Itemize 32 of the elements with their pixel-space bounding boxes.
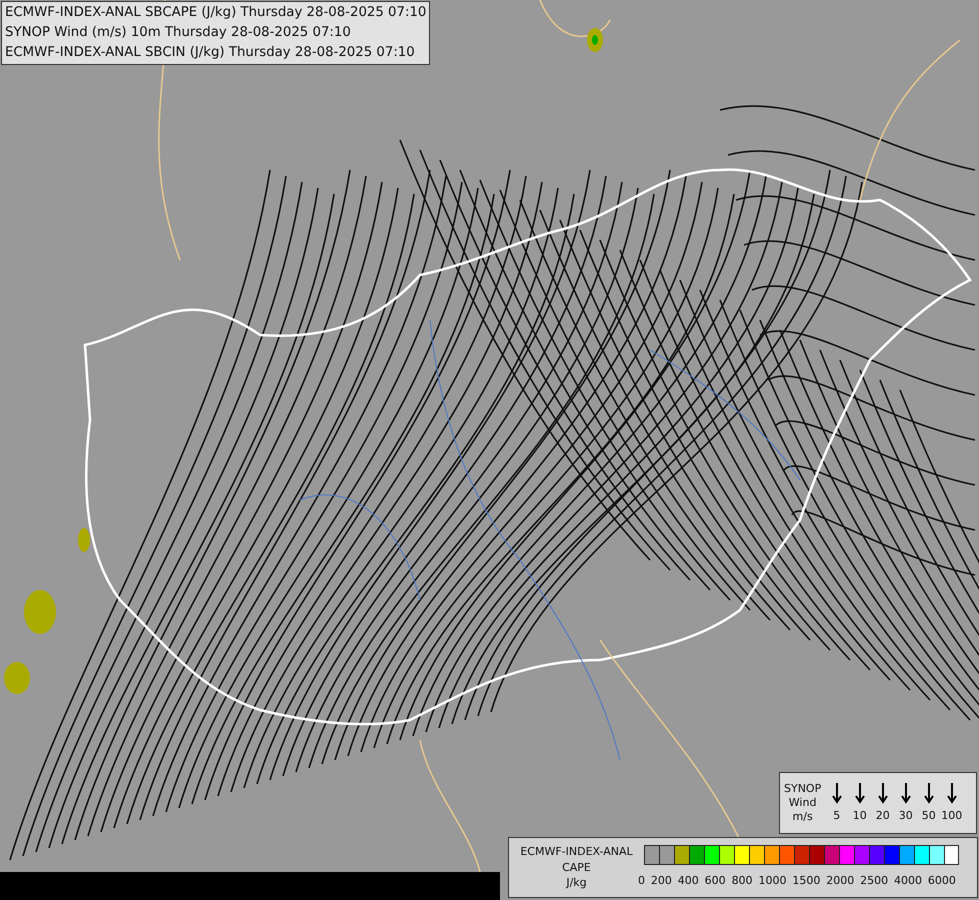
tick-label: 2500	[860, 873, 888, 890]
legend-title: CAPE	[562, 860, 591, 874]
map-title: ECMWF-INDEX-ANAL SBCIN (J/kg) Thursday 28-08-2025 07:10	[5, 44, 416, 62]
tick-label: 1500	[792, 873, 820, 890]
arrow-down-icon	[878, 782, 888, 804]
arrow-down-icon	[854, 782, 865, 804]
legend-title: m/s	[792, 810, 813, 824]
tick-label: 2000	[826, 873, 854, 890]
arrow-down-icon	[924, 782, 934, 804]
speed-label: 5	[833, 808, 840, 824]
speed-label: 10	[852, 808, 867, 824]
tick-label: 600	[704, 873, 726, 890]
map-title: SYNOP Wind (m/s) 10m Thursday 28-08-2025 07:10	[5, 24, 352, 42]
tick-label: 200	[650, 873, 672, 890]
tick-label: 800	[732, 873, 753, 890]
speed-label: 100	[941, 808, 962, 824]
tick-label: 4000	[894, 873, 922, 890]
tick-label: 400	[678, 873, 699, 890]
speed-label: 30	[898, 808, 913, 824]
tick-label: 1000	[758, 873, 786, 890]
legend-title: Wind	[788, 796, 816, 810]
legend-title: ECMWF-INDEX-ANAL	[520, 844, 633, 859]
legend-title: J/kg	[566, 876, 587, 890]
speed-label: 20	[876, 808, 890, 824]
tick-label: 0	[638, 873, 645, 890]
speed-label: 50	[922, 808, 936, 824]
arrow-down-icon	[946, 782, 957, 804]
tick-label: 6000	[928, 873, 956, 890]
arrow-down-icon	[900, 782, 911, 804]
arrow-down-icon	[832, 782, 842, 804]
legend-title: SYNOP	[784, 782, 822, 796]
map-title: ECMWF-INDEX-ANAL SBCAPE (J/kg) Thursday 28-08-2025 07:10	[5, 4, 426, 22]
